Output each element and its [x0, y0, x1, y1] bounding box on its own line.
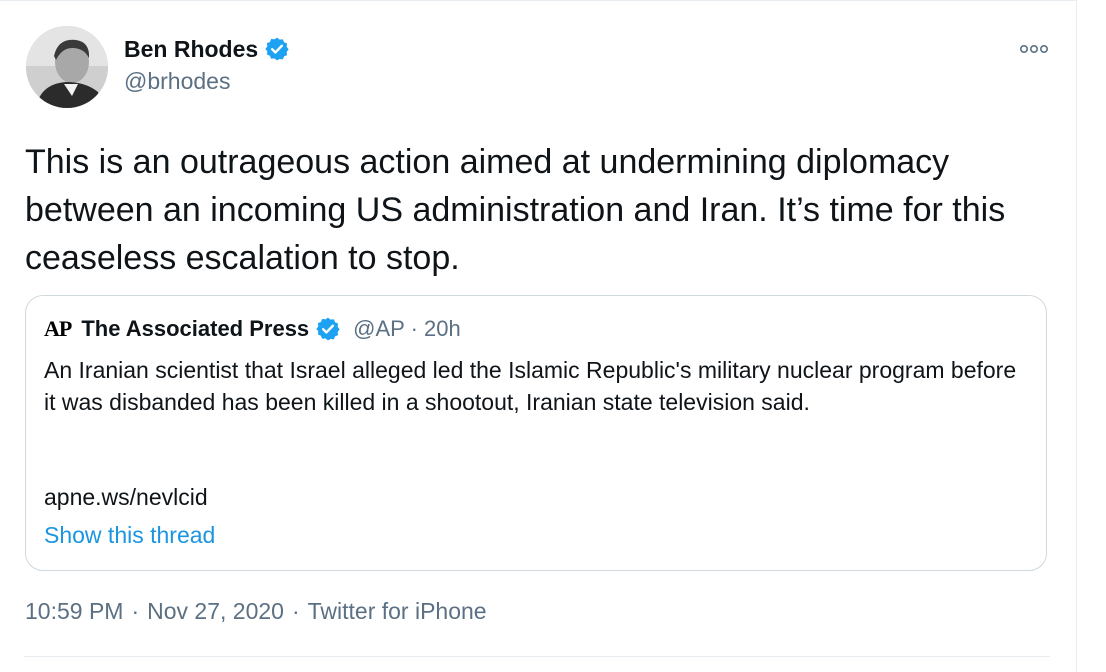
quoted-tweet-link: apne.ws/nevlcid: [44, 484, 208, 510]
quoted-time: 20h: [424, 316, 461, 341]
tweet-footer: 10:59 PM · Nov 27, 2020 · Twitter for iPhone: [25, 598, 487, 625]
avatar-photo: [26, 26, 108, 108]
author-name-row: Ben Rhodes: [124, 34, 290, 64]
tweet-detail: Ben Rhodes @brhodes This is an outrageou…: [0, 0, 1106, 672]
quoted-meta: @AP · 20h: [353, 316, 461, 342]
ap-logo: AP: [44, 316, 72, 341]
quoted-tweet-header: AP The Associated Press @AP · 20h: [44, 314, 461, 344]
separator: ·: [291, 598, 300, 624]
more-options-icon: [1019, 44, 1048, 54]
top-divider: [0, 0, 1076, 1]
verified-badge-icon: [264, 36, 290, 62]
quoted-tweet-card[interactable]: AP The Associated Press @AP · 20h An Ira…: [25, 295, 1047, 571]
more-options-button[interactable]: [1014, 36, 1054, 62]
quoted-handle: @AP: [353, 316, 405, 341]
show-thread-link[interactable]: Show this thread: [44, 522, 215, 549]
author-display-name[interactable]: Ben Rhodes: [124, 36, 258, 63]
separator: ·: [410, 316, 418, 341]
verified-badge-icon: [315, 316, 341, 342]
tweet-text: This is an outrageous action aimed at un…: [25, 143, 1006, 277]
tweet-source[interactable]: Twitter for iPhone: [308, 598, 487, 624]
quoted-tweet-text: An Iranian scientist that Israel alleged…: [44, 357, 1017, 415]
avatar[interactable]: [26, 26, 108, 108]
tweet-time[interactable]: 10:59 PM: [25, 598, 123, 624]
quoted-display-name: The Associated Press: [81, 316, 310, 341]
author-handle[interactable]: @brhodes: [124, 68, 230, 95]
bottom-divider: [24, 656, 1050, 657]
right-divider: [1076, 0, 1077, 672]
tweet-date[interactable]: Nov 27, 2020: [147, 598, 284, 624]
separator: ·: [131, 598, 140, 624]
